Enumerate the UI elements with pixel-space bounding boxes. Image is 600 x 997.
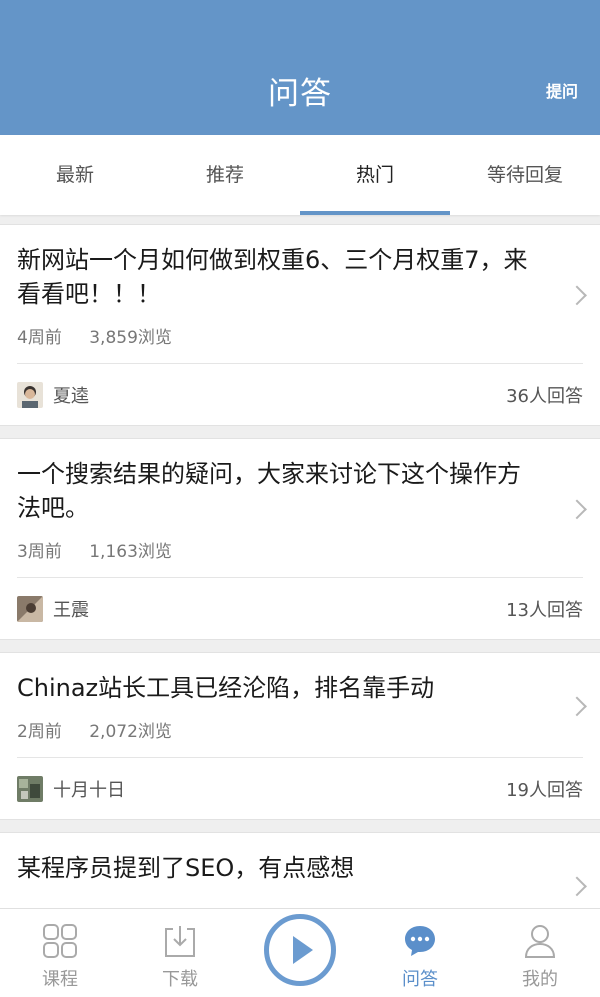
nav-qa[interactable]: 问答 [360, 909, 480, 997]
avatar[interactable] [17, 775, 43, 802]
tab-awaiting-reply[interactable]: 等待回复 [450, 135, 600, 215]
question-card[interactable]: 一个搜索结果的疑问，大家来讨论下这个操作方法吧。 3周前 1,163浏览 王震 … [0, 438, 600, 640]
grid-icon [43, 924, 77, 958]
play-icon [293, 936, 313, 964]
chevron-right-icon [567, 285, 587, 306]
tab-hot[interactable]: 热门 [300, 135, 450, 215]
nav-mine[interactable]: 我的 [480, 909, 600, 997]
avatar[interactable] [17, 595, 43, 622]
question-title: 新网站一个月如何做到权重6、三个月权重7，来看看吧！！！ [17, 246, 528, 308]
question-views: 2,072浏览 [89, 722, 172, 742]
answer-count: 13人回答 [506, 599, 583, 621]
chevron-right-icon [567, 696, 587, 717]
nav-courses[interactable]: 课程 [0, 909, 120, 997]
question-meta: 2周前 2,072浏览 [17, 717, 540, 757]
question-card[interactable]: 新网站一个月如何做到权重6、三个月权重7，来看看吧！！！ 4周前 3,859浏览… [0, 224, 600, 426]
download-icon [165, 926, 195, 957]
play-button[interactable] [264, 914, 336, 986]
question-card[interactable]: Chinaz站长工具已经沦陷，排名靠手动 2周前 2,072浏览 十月十日 19… [0, 652, 600, 820]
app-header: 问答 提问 [0, 0, 600, 135]
nav-label: 课程 [42, 969, 78, 990]
person-icon [524, 925, 556, 958]
nav-download[interactable]: 下载 [120, 909, 240, 997]
ask-question-button[interactable]: 提问 [546, 78, 578, 102]
question-footer: 夏逵 36人回答 [17, 363, 583, 425]
question-views: 3,859浏览 [89, 328, 172, 348]
answer-count: 19人回答 [506, 779, 583, 801]
avatar[interactable] [17, 381, 43, 408]
author-name[interactable]: 王震 [53, 596, 506, 622]
question-footer: 王震 13人回答 [17, 577, 583, 639]
chevron-right-icon [567, 876, 587, 897]
question-title: 一个搜索结果的疑问，大家来讨论下这个操作方法吧。 [17, 460, 521, 522]
question-time: 2周前 [17, 722, 62, 742]
page-title: 问答 [268, 76, 332, 112]
tab-latest[interactable]: 最新 [0, 135, 150, 215]
question-meta: 4周前 3,859浏览 [17, 323, 540, 363]
question-title: Chinaz站长工具已经沦陷，排名靠手动 [17, 674, 435, 702]
author-name[interactable]: 夏逵 [53, 382, 506, 408]
category-tabs: 最新 推荐 热门 等待回复 [0, 135, 600, 215]
question-body[interactable]: 一个搜索结果的疑问，大家来讨论下这个操作方法吧。 3周前 1,163浏览 [0, 439, 600, 577]
nav-label: 问答 [402, 969, 438, 990]
tab-recommended[interactable]: 推荐 [150, 135, 300, 215]
author-name[interactable]: 十月十日 [53, 776, 506, 802]
chat-bubble-icon [405, 926, 435, 956]
nav-label: 下载 [162, 969, 198, 990]
question-meta: 3周前 1,163浏览 [17, 537, 540, 577]
question-body[interactable]: 新网站一个月如何做到权重6、三个月权重7，来看看吧！！！ 4周前 3,859浏览 [0, 225, 600, 363]
nav-label: 我的 [522, 969, 558, 990]
question-title: 某程序员提到了SEO，有点感想 [17, 854, 355, 882]
answer-count: 36人回答 [506, 385, 583, 407]
question-body[interactable]: Chinaz站长工具已经沦陷，排名靠手动 2周前 2,072浏览 [0, 653, 600, 757]
question-footer: 十月十日 19人回答 [17, 757, 583, 819]
question-time: 4周前 [17, 328, 62, 348]
question-list: 新网站一个月如何做到权重6、三个月权重7，来看看吧！！！ 4周前 3,859浏览… [0, 224, 600, 950]
question-time: 3周前 [17, 542, 62, 562]
question-views: 1,163浏览 [89, 542, 172, 562]
chevron-right-icon [567, 499, 587, 520]
